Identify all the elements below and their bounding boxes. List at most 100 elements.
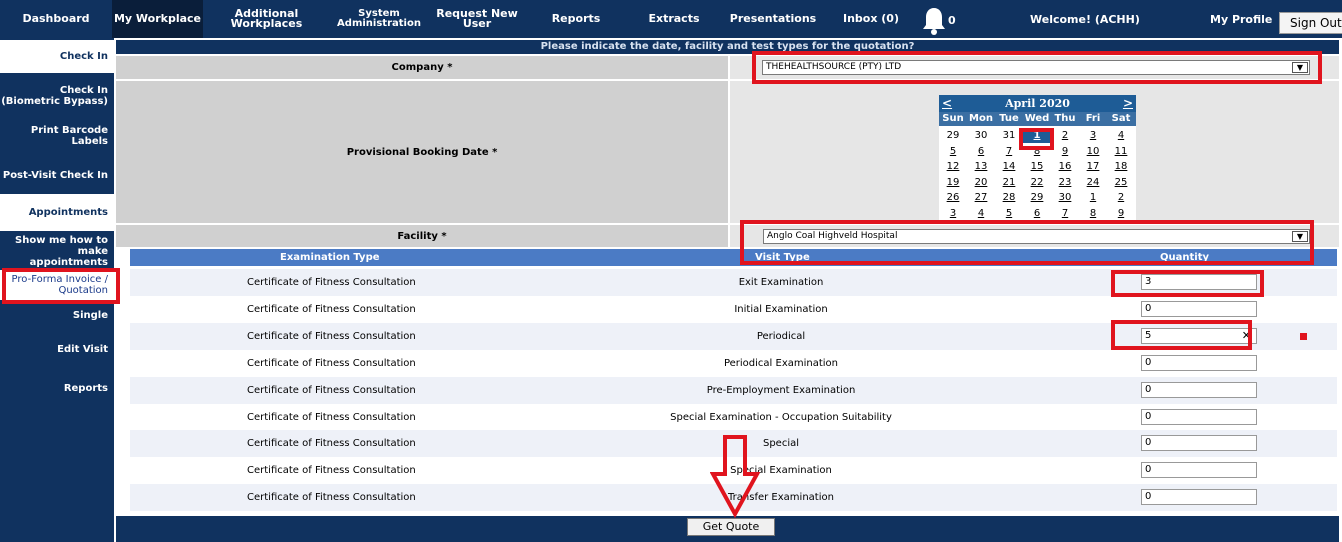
company-select[interactable]: THEHEALTHSOURCE (PTY) LTD ▼ <box>762 60 1310 75</box>
nav-request-new-user[interactable]: Request New User <box>424 0 530 38</box>
clear-icon[interactable]: ✕ <box>1242 329 1251 342</box>
calendar-date[interactable]: 2 <box>1051 128 1079 143</box>
nav-my-profile[interactable]: My Profile <box>1210 13 1272 26</box>
quantity-value: 3 <box>1145 276 1152 287</box>
calendar-date[interactable]: 8 <box>1079 206 1107 221</box>
sidebar-item-check-in[interactable]: Check In <box>0 40 114 73</box>
calendar-day-name: Sat <box>1111 113 1131 124</box>
calendar-next[interactable]: > <box>1123 95 1133 112</box>
sidebar-item-reports[interactable]: Reports <box>0 379 114 397</box>
calendar-date[interactable]: 23 <box>1051 175 1079 190</box>
sidebar-item-print-barcode[interactable]: Print Barcode Labels <box>0 125 114 147</box>
booking-date-label: Provisional Booking Date * <box>116 81 728 223</box>
calendar-header: < April 2020 > <box>939 95 1136 112</box>
quantity-input[interactable]: 0 <box>1141 489 1257 506</box>
notification-count: 0 <box>948 14 956 27</box>
calendar-date[interactable]: 28 <box>995 190 1023 205</box>
form-footer: Get Quote <box>116 516 1339 542</box>
chevron-down-icon[interactable]: ▼ <box>1292 62 1308 73</box>
quantity-value: 0 <box>1145 383 1152 395</box>
calendar-day-names: Sun Mon Tue Wed Thu Fri Sat <box>939 112 1136 126</box>
calendar-date[interactable]: 4 <box>967 206 995 221</box>
calendar-date[interactable]: 22 <box>1023 175 1051 190</box>
table-row: Certificate of Fitness Consultation Perio… <box>130 350 1337 377</box>
quantity-input[interactable]: 3 <box>1141 274 1257 290</box>
calendar-date[interactable]: 3 <box>1079 128 1107 143</box>
nav-system-administration[interactable]: System Administration <box>336 0 422 38</box>
form-instruction-banner: Please indicate the date, facility and t… <box>116 40 1339 54</box>
calendar-date[interactable]: 18 <box>1107 159 1135 174</box>
calendar-date[interactable]: 11 <box>1107 144 1135 159</box>
calendar-date[interactable]: 7 <box>995 144 1023 159</box>
quantity-input[interactable]: 0 <box>1141 354 1257 371</box>
quantity-input[interactable]: 0 <box>1141 408 1257 425</box>
calendar-date[interactable]: 1 <box>1079 190 1107 205</box>
calendar-date[interactable]: 24 <box>1079 175 1107 190</box>
calendar-date[interactable]: 20 <box>967 175 995 190</box>
calendar-date[interactable]: 29 <box>1023 190 1051 205</box>
calendar-date[interactable]: 16 <box>1051 159 1079 174</box>
header-quantity: Quantity <box>1160 252 1209 263</box>
quantity-input[interactable]: 5 ✕ <box>1141 327 1257 344</box>
calendar-date[interactable]: 27 <box>967 190 995 205</box>
sidebar-item-single[interactable]: Single <box>0 306 114 324</box>
calendar-date[interactable]: 21 <box>995 175 1023 190</box>
nav-reports[interactable]: Reports <box>548 0 604 38</box>
nav-my-workplace[interactable]: My Workplace <box>112 0 203 38</box>
calendar-date[interactable]: 9 <box>1051 144 1079 159</box>
calendar-date[interactable]: 30 <box>1051 190 1079 205</box>
calendar-date[interactable]: 17 <box>1079 159 1107 174</box>
calendar-prev[interactable]: < <box>942 95 952 112</box>
sidebar-item-pro-forma-invoice[interactable]: Pro-Forma Invoice / Quotation <box>0 270 114 300</box>
calendar-date[interactable]: 14 <box>995 159 1023 174</box>
calendar-date[interactable]: 12 <box>939 159 967 174</box>
calendar-date[interactable]: 6 <box>967 144 995 159</box>
sidebar-item-appointments[interactable]: Appointments <box>0 194 114 231</box>
get-quote-button[interactable]: Get Quote <box>687 518 775 536</box>
nav-additional-workplaces[interactable]: Additional Workplaces <box>203 0 330 38</box>
calendar-date[interactable]: 26 <box>939 190 967 205</box>
calendar-date[interactable]: 25 <box>1107 175 1135 190</box>
calendar-date[interactable]: 31 <box>995 128 1023 143</box>
nav-presentations[interactable]: Presentations <box>730 0 816 38</box>
quantity-input[interactable]: 0 <box>1141 462 1257 479</box>
calendar-date[interactable]: 5 <box>939 144 967 159</box>
quantity-input[interactable]: 0 <box>1141 300 1257 317</box>
sidebar-item-show-me-how[interactable]: Show me how to make appointments <box>0 235 114 268</box>
calendar-date[interactable]: 19 <box>939 175 967 190</box>
calendar-date[interactable]: 15 <box>1023 159 1051 174</box>
nav-extracts[interactable]: Extracts <box>645 0 703 38</box>
facility-select[interactable]: Anglo Coal Highveld Hospital ▼ <box>763 229 1310 244</box>
calendar-date[interactable]: 1 <box>1023 128 1051 143</box>
sidebar-item-check-in-biometric[interactable]: Check In (Biometric Bypass) <box>0 81 114 111</box>
sidebar-item-post-visit-check-in[interactable]: Post-Visit Check In <box>0 165 114 185</box>
calendar-date[interactable]: 2 <box>1107 190 1135 205</box>
calendar-date[interactable]: 7 <box>1051 206 1079 221</box>
sidebar: Check In Check In (Biometric Bypass) Pri… <box>0 38 114 542</box>
calendar-date[interactable]: 6 <box>1023 206 1051 221</box>
sidebar-item-edit-visit[interactable]: Edit Visit <box>0 340 114 358</box>
calendar-day-name: Fri <box>1085 113 1101 124</box>
calendar-date[interactable]: 29 <box>939 128 967 143</box>
calendar-date[interactable]: 30 <box>967 128 995 143</box>
calendar-date[interactable]: 4 <box>1107 128 1135 143</box>
nav-inbox[interactable]: Inbox (0) <box>842 0 900 38</box>
nav-dashboard[interactable]: Dashboard <box>0 0 112 38</box>
calendar-date[interactable]: 9 <box>1107 206 1135 221</box>
table-row: Certificate of Fitness Consultation Perio… <box>130 322 1337 350</box>
quantity-value: 0 <box>1145 410 1152 422</box>
calendar-day-name: Wed <box>1024 113 1050 124</box>
facility-select-value: Anglo Coal Highveld Hospital <box>767 231 898 241</box>
sign-out-button[interactable]: Sign Out <box>1279 12 1342 34</box>
calendar-date[interactable]: 5 <box>995 206 1023 221</box>
quantity-input[interactable]: 0 <box>1141 381 1257 398</box>
bell-icon[interactable] <box>921 6 947 36</box>
table-row: Certificate of Fitness Consultation Exit … <box>130 269 1337 296</box>
calendar-date[interactable]: 8 <box>1023 144 1051 159</box>
calendar-date[interactable]: 10 <box>1079 144 1107 159</box>
calendar-date[interactable]: 13 <box>967 159 995 174</box>
calendar-date[interactable]: 3 <box>939 206 967 221</box>
quantity-input[interactable]: 0 <box>1141 435 1257 452</box>
chevron-down-icon[interactable]: ▼ <box>1292 231 1308 242</box>
calendar-day-name: Thu <box>1054 113 1076 124</box>
